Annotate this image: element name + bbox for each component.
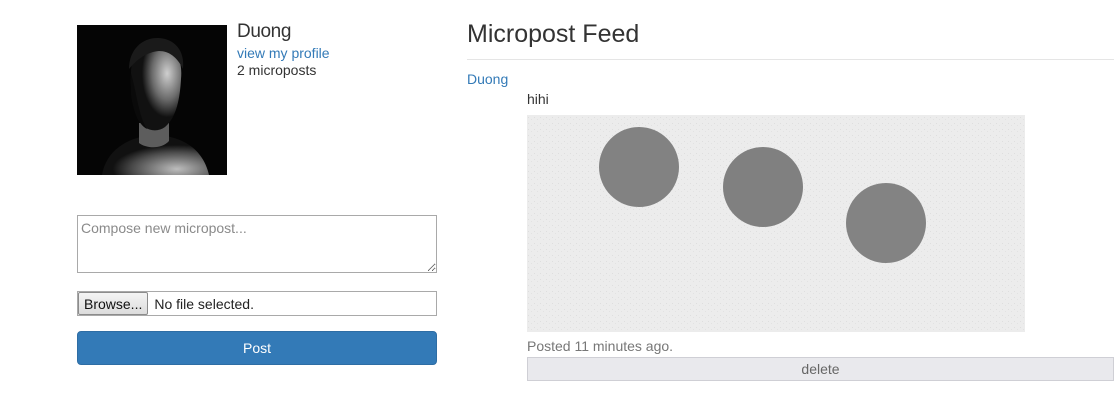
delete-post-button[interactable]: delete bbox=[527, 357, 1114, 381]
post-image bbox=[527, 115, 1025, 332]
post-content: hihi bbox=[527, 91, 549, 107]
view-profile-link[interactable]: view my profile bbox=[237, 45, 330, 61]
post-button[interactable]: Post bbox=[77, 331, 437, 365]
browse-button[interactable]: Browse... bbox=[78, 292, 149, 315]
file-status-text: No file selected. bbox=[154, 295, 254, 312]
page: Duong view my profile 2 microposts Brows… bbox=[0, 0, 1114, 403]
post-timestamp: Posted 11 minutes ago. bbox=[527, 338, 674, 354]
feed-divider bbox=[467, 59, 1114, 60]
user-name: Duong bbox=[237, 21, 291, 42]
avatar[interactable] bbox=[77, 25, 227, 175]
post-author-link[interactable]: Duong bbox=[467, 71, 508, 87]
compose-micropost-input[interactable] bbox=[77, 215, 437, 273]
feed-title: Micropost Feed bbox=[467, 20, 640, 48]
image-file-input[interactable]: Browse... No file selected. bbox=[77, 291, 437, 316]
micropost-count: 2 microposts bbox=[237, 62, 317, 78]
